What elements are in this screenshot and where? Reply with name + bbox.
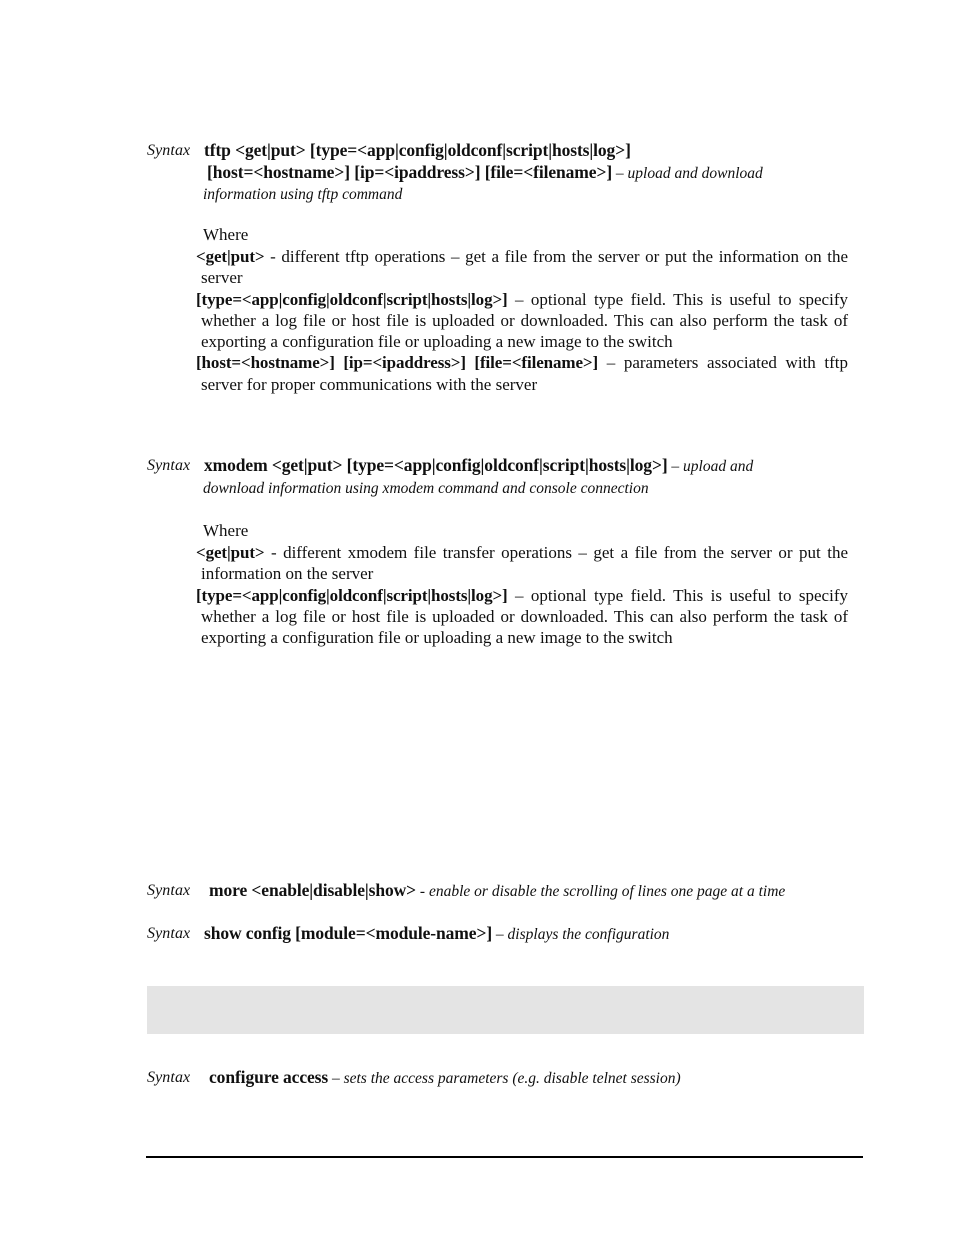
- syntax-dash-xmodem: –: [667, 458, 684, 475]
- definition-body: - different xmodem file transfer operati…: [201, 543, 848, 584]
- command-text-more: more <enable|disable|show>: [209, 880, 417, 900]
- syntax-entry-tftp: Syntax tftp <get|put> [type=<app|config|…: [147, 140, 849, 205]
- syntax-line-tftp: Syntax tftp <get|put> [type=<app|config|…: [147, 140, 849, 162]
- syntax-description-xmodem-line2-wrap: download information using xmodem comman…: [147, 478, 849, 499]
- definition-item: [host=<hostname>] [ip=<ipaddress>] [file…: [196, 352, 848, 395]
- syntax-dash-configure-access: –: [328, 1070, 344, 1087]
- where-heading-tftp: Where: [203, 225, 249, 244]
- command-text-tftp-line2: [host=<hostname>] [ip=<ipaddress>] [file…: [207, 161, 613, 182]
- syntax-label: Syntax: [147, 1069, 191, 1086]
- syntax-label: Syntax: [147, 142, 191, 159]
- where-heading-xmodem: Where: [203, 521, 249, 540]
- syntax-description-configure-access: sets the access parameters (e.g. disable…: [343, 1070, 681, 1087]
- definition-item: [type=<app|config|oldconf|script|hosts|l…: [196, 289, 848, 353]
- definition-term: <get|put>: [196, 247, 265, 266]
- definition-item: <get|put> - different tftp operations – …: [196, 246, 848, 289]
- definition-body: - different tftp operations – get a file…: [201, 247, 848, 288]
- footer-horizontal-rule: [146, 1156, 863, 1158]
- where-block-xmodem: Where <get|put> - different xmodem file …: [196, 520, 848, 648]
- command-text-tftp-line1: tftp <get|put> [type=<app|config|oldconf…: [204, 140, 631, 160]
- syntax-entry-more: Syntax more <enable|disable|show> - enab…: [147, 880, 849, 903]
- syntax-dash-more: -: [416, 883, 429, 900]
- syntax-description-tftp-line2-wrap: information using tftp command: [147, 184, 849, 205]
- syntax-dash-tftp: –: [612, 164, 628, 182]
- syntax-entry-configure-access: Syntax configure access – sets the acces…: [147, 1067, 849, 1090]
- syntax-description-more: enable or disable the scrolling of lines…: [428, 883, 786, 900]
- document-page: Syntax tftp <get|put> [type=<app|config|…: [0, 0, 954, 1235]
- syntax-label: Syntax: [147, 882, 191, 899]
- syntax-line-tftp-cont: [host=<hostname>] [ip=<ipaddress>] [file…: [147, 162, 849, 185]
- syntax-label: Syntax: [147, 457, 191, 474]
- definition-term: [type=<app|config|oldconf|script|hosts|l…: [196, 585, 508, 605]
- syntax-dash-show-config: –: [492, 926, 508, 943]
- syntax-line-show-config: Syntax show config [module=<module-name>…: [147, 923, 849, 946]
- definition-term: <get|put>: [196, 543, 265, 562]
- definition-term: [type=<app|config|oldconf|script|hosts|l…: [196, 289, 508, 309]
- syntax-line-configure-access: Syntax configure access – sets the acces…: [147, 1067, 849, 1090]
- definition-item: [type=<app|config|oldconf|script|hosts|l…: [196, 585, 848, 649]
- syntax-line-more: Syntax more <enable|disable|show> - enab…: [147, 880, 849, 903]
- empty-placeholder-box: [147, 986, 864, 1034]
- syntax-description-show-config: displays the configuration: [507, 926, 670, 943]
- command-text-show-config: show config [module=<module-name>]: [204, 923, 493, 943]
- syntax-description-xmodem-line2: download information using xmodem comman…: [203, 479, 649, 497]
- syntax-entry-xmodem: Syntax xmodem <get|put> [type=<app|confi…: [147, 455, 849, 499]
- command-text-configure-access: configure access: [209, 1067, 329, 1087]
- syntax-label: Syntax: [147, 925, 191, 942]
- command-text-xmodem: xmodem <get|put> [type=<app|config|oldco…: [204, 455, 668, 475]
- syntax-description-xmodem-line1: upload and: [683, 458, 754, 475]
- syntax-line-xmodem: Syntax xmodem <get|put> [type=<app|confi…: [147, 455, 849, 478]
- definition-item: <get|put> - different xmodem file transf…: [196, 542, 848, 585]
- syntax-description-tftp-line1: upload and download: [627, 164, 763, 182]
- definition-term: [host=<hostname>] [ip=<ipaddress>] [file…: [196, 353, 599, 373]
- syntax-description-tftp-line2: information using tftp command: [203, 186, 403, 203]
- syntax-entry-show-config: Syntax show config [module=<module-name>…: [147, 923, 849, 946]
- where-block-tftp: Where <get|put> - different tftp operati…: [196, 224, 848, 395]
